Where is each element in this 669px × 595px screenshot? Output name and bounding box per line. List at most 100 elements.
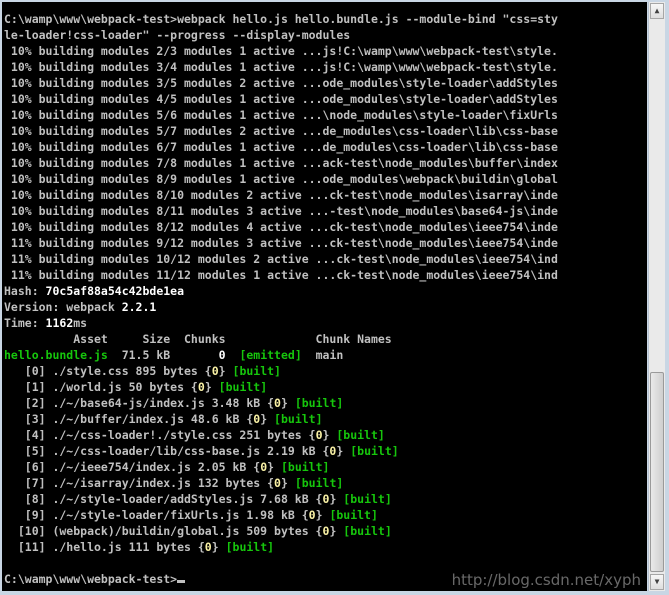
console-text: [0] ./style.css 895 bytes {: [4, 364, 212, 378]
console-line: 10% building modules 7/8 modules 1 activ…: [4, 155, 647, 171]
console-text: [built]: [343, 492, 392, 506]
console-line: 10% building modules 5/7 modules 2 activ…: [4, 123, 647, 139]
console-text: }: [322, 428, 337, 442]
console-text: [built]: [294, 476, 344, 490]
console-text: }: [329, 492, 344, 506]
console-text: 0: [274, 476, 281, 490]
console-line: [8] ./~/style-loader/addStyles.js 7.68 k…: [4, 491, 647, 507]
console-text: 10% building modules 2/3 modules 1 activ…: [4, 44, 558, 58]
scrollbar-thumb[interactable]: [650, 372, 664, 572]
console-line: Version: webpack 2.2.1: [4, 299, 647, 315]
console-text: 10% building modules 6/7 modules 1 activ…: [4, 140, 558, 154]
console-text: }: [267, 460, 281, 474]
console-text: main: [301, 348, 344, 362]
console-text: 0: [204, 540, 212, 554]
console-text: 0: [211, 364, 219, 378]
console-line: [7] ./~/isarray/index.js 132 bytes {0} […: [4, 475, 647, 491]
console-text: [built]: [294, 396, 344, 410]
console-text: 11% building modules 11/12 modules 1 act…: [4, 268, 558, 282]
scroll-up-icon[interactable]: ▲: [650, 3, 664, 19]
console-line: 10% building modules 8/10 modules 2 acti…: [4, 187, 647, 203]
console-text: Asset Size Chunks Chunk Names: [4, 332, 392, 346]
console-line: [4] ./~/css-loader!./style.css 251 bytes…: [4, 427, 647, 443]
console-text: [11] ./hello.js 111 bytes {: [4, 540, 205, 554]
console-text: C:\wamp\www\webpack-test>webpack hello.j…: [4, 12, 558, 26]
console-lines: C:\wamp\www\webpack-test>webpack hello.j…: [4, 11, 647, 587]
console-window: C:\wamp\www\webpack-test>webpack hello.j…: [0, 0, 669, 595]
console-text: }: [260, 412, 275, 426]
console-text: [4] ./~/css-loader!./style.css 251 bytes…: [4, 428, 316, 442]
console-text: [1] ./world.js 50 bytes {: [4, 380, 198, 394]
console-text: [3] ./~/buffer/index.js 48.6 kB {: [4, 412, 254, 426]
console-text: 0: [197, 380, 205, 394]
console-text: 1162: [45, 316, 74, 330]
console-text: }: [211, 540, 226, 554]
vertical-scrollbar[interactable]: ▲ ▼: [648, 2, 665, 591]
console-text: C:\wamp\www\webpack-test>: [4, 572, 178, 586]
console-line: le-loader!css-loader" --progress --displ…: [4, 27, 647, 43]
console-line: [1] ./world.js 50 bytes {0} [built]: [4, 379, 647, 395]
console-text: [emitted]: [239, 348, 302, 362]
console-text: 70c5af88a54c42bde1ea: [45, 284, 185, 298]
console-line: [10] (webpack)/buildin/global.js 509 byt…: [4, 523, 647, 539]
console-text: 10% building modules 8/12 modules 4 acti…: [4, 220, 558, 234]
console-text: [built]: [336, 428, 385, 442]
console-line: 11% building modules 10/12 modules 2 act…: [4, 251, 647, 267]
console-text: 10% building modules 8/10 modules 2 acti…: [4, 188, 558, 202]
console-line: 11% building modules 11/12 modules 1 act…: [4, 267, 647, 283]
console-text: [7] ./~/isarray/index.js 132 bytes {: [4, 476, 275, 490]
console-text: 11% building modules 10/12 modules 2 act…: [4, 252, 558, 266]
console-line: 10% building modules 4/5 modules 1 activ…: [4, 91, 647, 107]
console-text: 0: [218, 348, 226, 362]
console-line: [9] ./~/style-loader/fixUrls.js 1.98 kB …: [4, 507, 647, 523]
console-text: }: [218, 364, 233, 378]
console-text: 0: [308, 508, 316, 522]
text-cursor: [177, 580, 186, 583]
console-text: 10% building modules 5/7 modules 2 activ…: [4, 124, 558, 138]
console-text: [built]: [329, 508, 378, 522]
console-line: 10% building modules 3/4 modules 1 activ…: [4, 59, 647, 75]
console-line: [11] ./hello.js 111 bytes {0} [built]: [4, 539, 647, 555]
console-text: 10% building modules 4/5 modules 1 activ…: [4, 92, 558, 106]
console-text: }: [336, 444, 351, 458]
console-line: [5] ./~/css-loader/lib/css-base.js 2.19 …: [4, 443, 647, 459]
console-line: 10% building modules 2/3 modules 1 activ…: [4, 43, 647, 59]
console-text: [8] ./~/style-loader/addStyles.js 7.68 k…: [4, 492, 323, 506]
console-line: [6] ./~/ieee754/index.js 2.05 kB {0} [bu…: [4, 459, 647, 475]
scroll-down-icon[interactable]: ▼: [650, 574, 664, 590]
console-line: 10% building modules 8/11 modules 3 acti…: [4, 203, 647, 219]
console-line: 10% building modules 8/9 modules 1 activ…: [4, 171, 647, 187]
console-text: 10% building modules 8/11 modules 3 acti…: [4, 204, 558, 218]
console-text: 71.5 kB: [107, 348, 219, 362]
console-text: le-loader!css-loader" --progress --displ…: [4, 28, 351, 42]
console-text: [built]: [274, 412, 323, 426]
console-text: }: [315, 508, 330, 522]
console-line: 10% building modules 5/6 modules 1 activ…: [4, 107, 647, 123]
console-output[interactable]: C:\wamp\www\webpack-test>webpack hello.j…: [2, 2, 647, 591]
console-line: [3] ./~/buffer/index.js 48.6 kB {0} [bui…: [4, 411, 647, 427]
console-line: hello.bundle.js 71.5 kB 0 [emitted] main: [4, 347, 647, 363]
console-text: hello.bundle.js: [4, 348, 108, 362]
watermark-text: http://blog.csdn.net/xyph: [451, 571, 641, 589]
console-text: 10% building modules 7/8 modules 1 activ…: [4, 156, 558, 170]
console-text: 10% building modules 3/4 modules 1 activ…: [4, 60, 558, 74]
console-text: Version: webpack: [4, 300, 122, 314]
console-text: 2.2.1: [121, 300, 157, 314]
console-line: Time: 1162ms: [4, 315, 647, 331]
console-text: }: [329, 524, 344, 538]
console-text: [built]: [350, 444, 399, 458]
console-text: [10] (webpack)/buildin/global.js 509 byt…: [4, 524, 323, 538]
console-text: 0: [315, 428, 323, 442]
console-text: [5] ./~/css-loader/lib/css-base.js 2.19 …: [4, 444, 330, 458]
console-text: [built]: [225, 540, 275, 554]
console-text: 10% building modules 5/6 modules 1 activ…: [4, 108, 558, 122]
console-line: [2] ./~/base64-js/index.js 3.48 kB {0} […: [4, 395, 647, 411]
console-text: [built]: [280, 460, 330, 474]
console-text: [6] ./~/ieee754/index.js 2.05 kB {: [4, 460, 261, 474]
console-text: [2] ./~/base64-js/index.js 3.48 kB {: [4, 396, 275, 410]
console-line: 10% building modules 6/7 modules 1 activ…: [4, 139, 647, 155]
console-text: 0: [274, 396, 281, 410]
console-text: [built]: [232, 364, 281, 378]
